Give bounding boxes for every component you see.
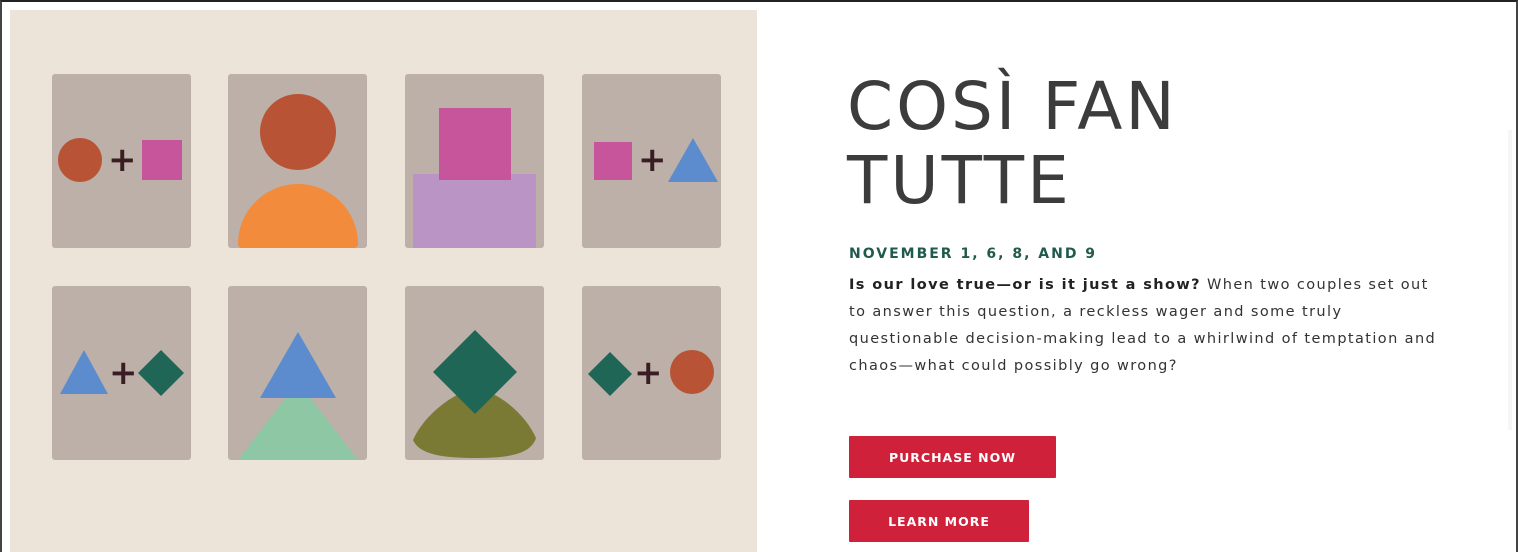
- plus-icon: +: [109, 353, 138, 393]
- circle-icon: [260, 94, 336, 170]
- rectangle-icon: [413, 174, 536, 248]
- left-edge: [2, 2, 10, 552]
- plus-icon: +: [634, 353, 663, 393]
- scrollbar-edge: [1508, 130, 1512, 430]
- art-tile-square-over-rectangle: [405, 74, 544, 248]
- semicircle-icon: [238, 184, 358, 248]
- art-tile-circle-over-semicircle: [228, 74, 367, 248]
- circle-icon: [670, 350, 714, 394]
- square-icon: [594, 142, 632, 180]
- title-line-1: COSÌ FAN: [847, 68, 1178, 145]
- hero-artwork: + + + +: [10, 10, 757, 552]
- plus-icon: +: [108, 140, 137, 180]
- diamond-icon: [433, 330, 517, 414]
- triangle-icon: [60, 350, 108, 394]
- triangle-icon: [668, 138, 718, 182]
- art-tile-square-plus-triangle: +: [582, 74, 721, 248]
- page-title: COSÌ FAN TUTTE: [847, 70, 1178, 218]
- art-tile-triangle-plus-diamond: +: [52, 286, 191, 460]
- plus-icon: +: [638, 140, 667, 180]
- art-tile-diamond-plus-circle: +: [582, 286, 721, 460]
- square-icon: [142, 140, 182, 180]
- square-icon: [439, 108, 511, 180]
- diamond-icon: [588, 352, 632, 396]
- performance-dates: NOVEMBER 1, 6, 8, AND 9: [849, 246, 1098, 262]
- triangle-icon: [260, 332, 336, 398]
- art-tile-circle-plus-square: +: [52, 74, 191, 248]
- title-line-2: TUTTE: [847, 142, 1072, 219]
- hero-content: COSÌ FAN TUTTE NOVEMBER 1, 6, 8, AND 9 I…: [757, 10, 1512, 552]
- page-frame: + + + + COSÌ FAN TUTTE NOVEMBER 1, 6, 8,…: [0, 0, 1518, 552]
- learn-more-button[interactable]: LEARN MORE: [849, 500, 1029, 542]
- art-tile-diamond-over-blob: [405, 286, 544, 460]
- art-tile-triangle-over-triangle: [228, 286, 367, 460]
- circle-icon: [58, 138, 102, 182]
- diamond-icon: [138, 350, 184, 396]
- tagline: Is our love true—or is it just a show?: [849, 277, 1201, 293]
- purchase-now-button[interactable]: PURCHASE NOW: [849, 436, 1056, 478]
- description: Is our love true—or is it just a show? W…: [849, 272, 1449, 380]
